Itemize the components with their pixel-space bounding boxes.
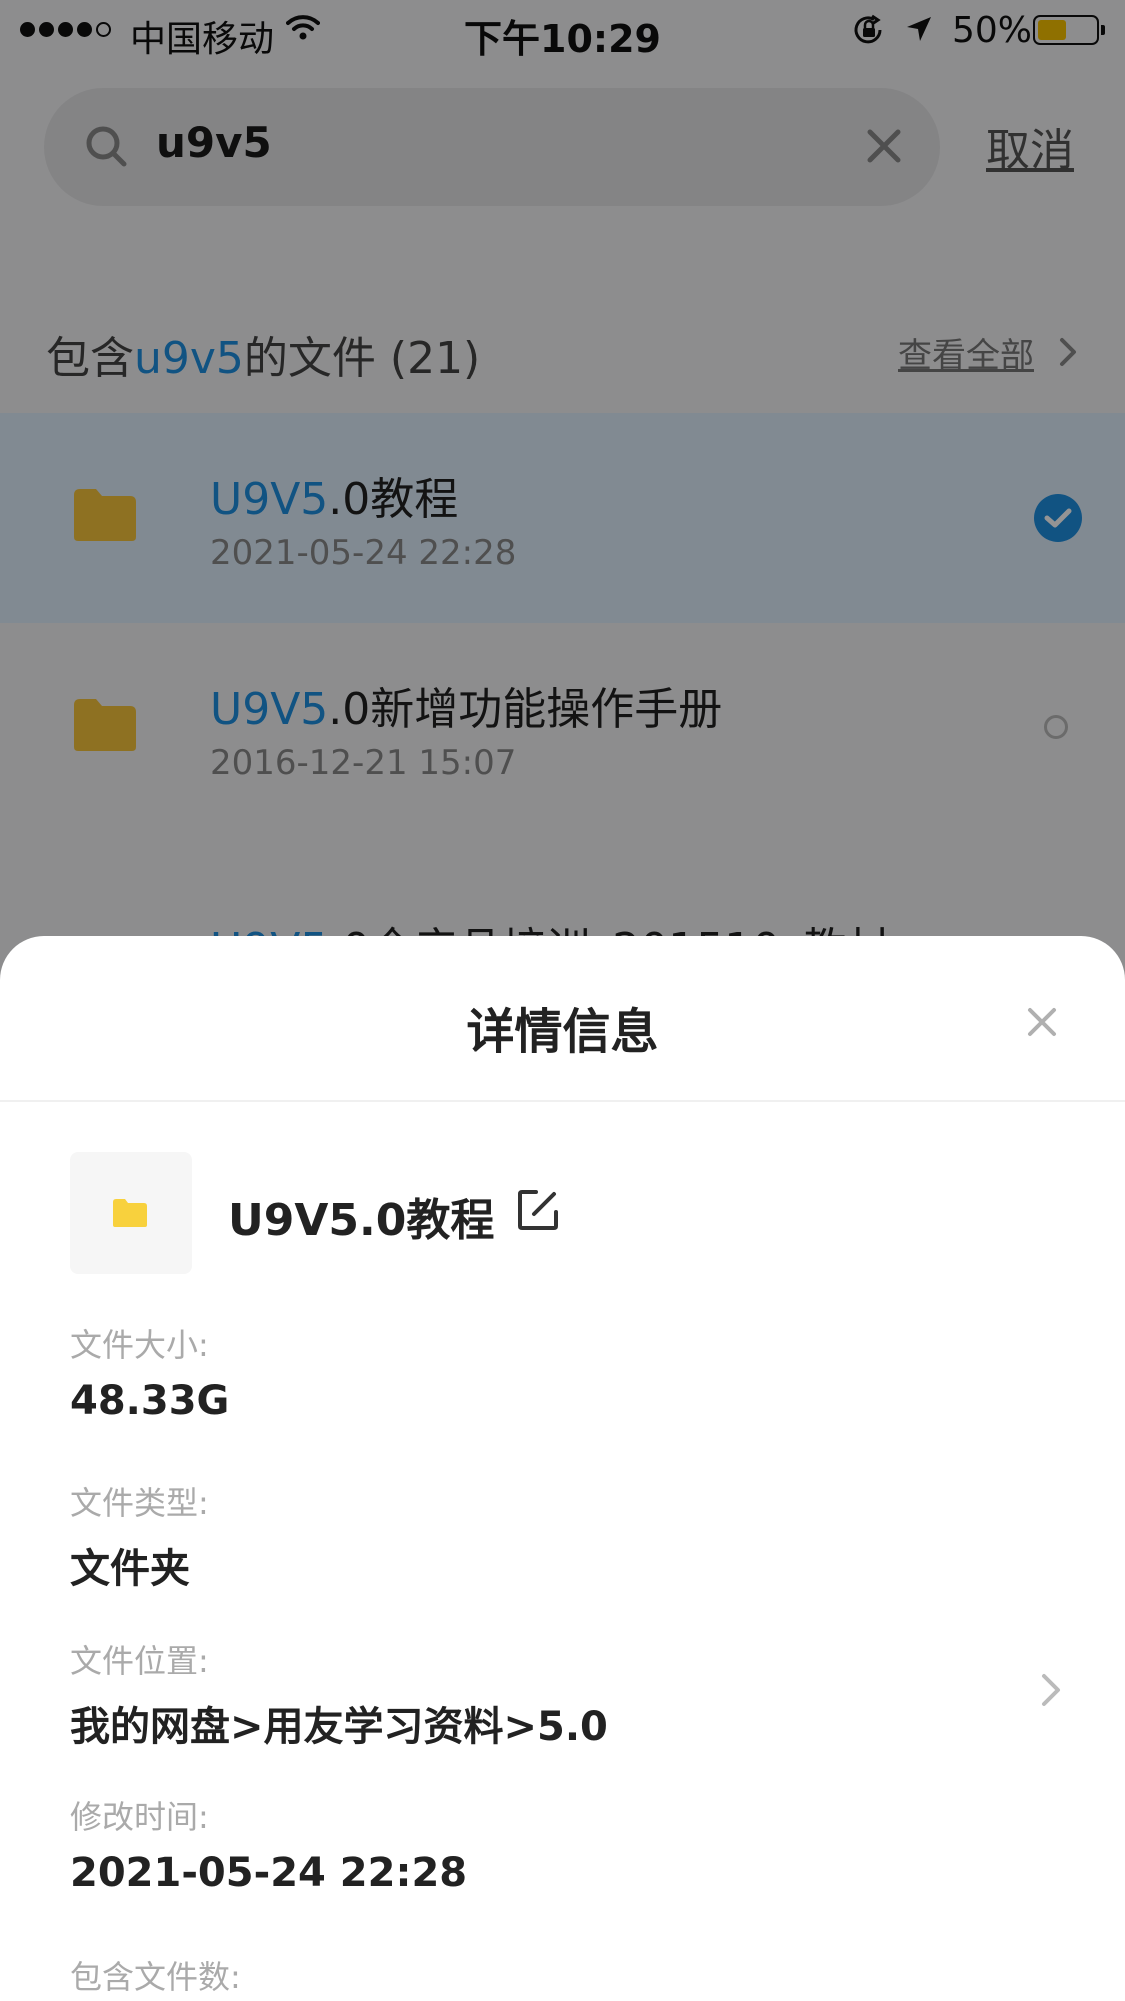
size-value: 48.33G	[70, 1378, 230, 1424]
close-icon[interactable]	[1026, 1006, 1058, 1042]
divider	[0, 1100, 1125, 1102]
type-label: 文件类型:	[70, 1484, 209, 1522]
modified-value: 2021-05-24 22:28	[70, 1850, 468, 1896]
file-count-label: 包含文件数:	[70, 1958, 241, 1996]
size-label: 文件大小:	[70, 1326, 209, 1364]
edit-icon[interactable]	[516, 1188, 560, 1236]
sheet-title: 详情信息	[466, 1004, 659, 1060]
modified-label: 修改时间:	[70, 1798, 209, 1836]
location-label: 文件位置:	[70, 1642, 209, 1680]
folder-icon	[113, 1199, 147, 1227]
detail-file-name: U9V5.0教程	[228, 1195, 495, 1246]
chevron-right-icon[interactable]	[1040, 1672, 1062, 1712]
type-value: 文件夹	[70, 1546, 190, 1592]
detail-sheet: 详情信息 U9V5.0教程 文件大小: 48.33G 文件类型: 文件夹 文件位…	[0, 936, 1125, 2001]
file-thumbnail	[70, 1152, 192, 1274]
location-value[interactable]: 我的网盘>用友学习资料>5.0	[70, 1694, 608, 1752]
